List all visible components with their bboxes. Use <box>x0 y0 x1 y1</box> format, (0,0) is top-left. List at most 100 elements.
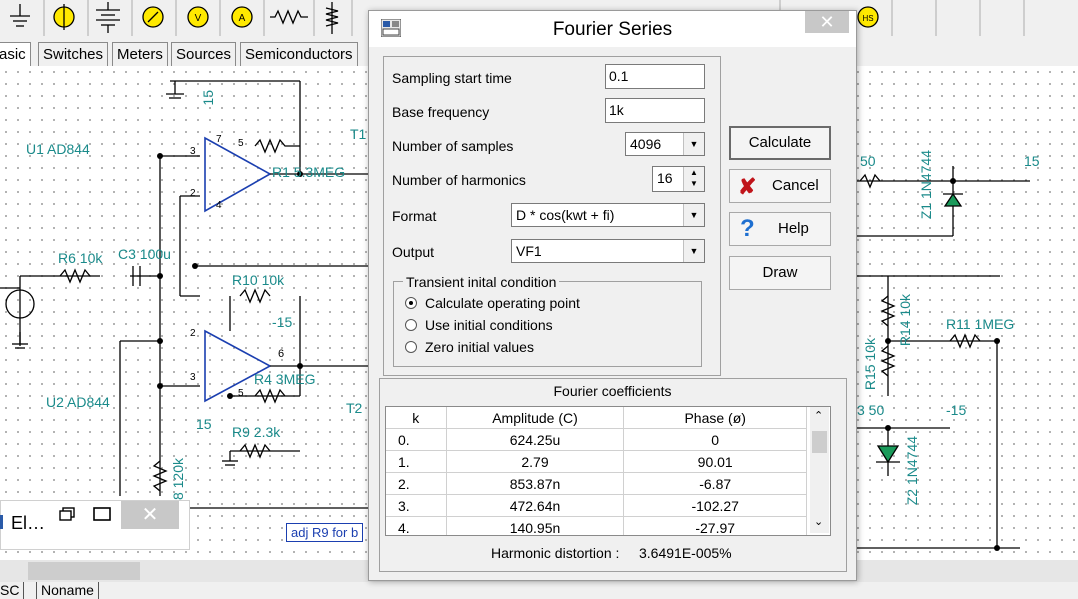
column-header-amplitude[interactable]: Amplitude (C) <box>446 407 625 429</box>
tab-semiconductors[interactable]: Semiconductors <box>240 42 358 66</box>
help-question-icon: ? <box>740 215 755 242</box>
table-row[interactable]: 1. 2.79 90.01 <box>386 450 807 473</box>
sampling-start-time-input[interactable]: 0.1 <box>605 64 705 89</box>
coefficients-title: Fourier coefficients <box>553 383 672 399</box>
cell-phase: 0 <box>623 428 807 451</box>
svg-text:HS: HS <box>862 14 873 23</box>
dialog-titlebar[interactable]: Fourier Series ✕ <box>369 11 856 47</box>
cell-k: 0. <box>386 428 447 451</box>
tab-sc[interactable]: SC <box>0 582 25 599</box>
table-row[interactable]: 0. 624.25u 0 <box>386 428 807 451</box>
scrollbar-thumb[interactable] <box>28 562 140 580</box>
label-t2: T2 <box>346 400 363 416</box>
label-50: 50 <box>860 153 876 169</box>
format-select[interactable]: D * cos(kwt + fi) ▼ <box>511 203 705 227</box>
draw-button[interactable]: Draw <box>729 256 831 290</box>
label-r1: R1 5.3MEG <box>272 164 346 180</box>
restore-icon[interactable] <box>59 507 75 521</box>
number-of-samples-select[interactable]: 4096 ▼ <box>625 132 705 156</box>
radio-button[interactable] <box>405 297 417 309</box>
help-button[interactable]: ? Help <box>729 212 831 246</box>
fourier-dialog: Fourier Series ✕ Sampling start time 0.1… <box>368 10 857 581</box>
coefficients-table[interactable]: k Amplitude (C) Phase (ø) 0. 624.25u 0 1… <box>385 406 831 536</box>
label-15-b: 15 <box>196 416 212 432</box>
label-z1: Z1 1N4744 <box>918 150 934 220</box>
table-row[interactable]: 4. 140.95n -27.97 <box>386 516 807 535</box>
scroll-down-icon[interactable]: ⌄ <box>814 515 823 528</box>
note-box[interactable]: adj R9 for b <box>286 523 364 542</box>
palette-tabs: asic Switches Meters Sources Semiconduct… <box>0 42 380 66</box>
base-frequency-input[interactable]: 1k <box>605 98 705 123</box>
table-scrollbar[interactable]: ⌃ ⌄ <box>810 407 829 533</box>
dialog-title: Fourier Series <box>552 19 673 40</box>
app-icon <box>0 515 3 529</box>
column-header-k[interactable]: k <box>386 407 447 429</box>
tab-meters[interactable]: Meters <box>112 42 168 66</box>
cell-amplitude: 472.64n <box>446 494 625 517</box>
label-r4: R4 3MEG <box>254 371 316 387</box>
help-label: Help <box>778 220 809 237</box>
close-icon[interactable]: ✕ <box>121 501 179 529</box>
scrollbar-thumb[interactable] <box>812 431 827 453</box>
number-of-harmonics-spinner[interactable]: 16 ▲ ▼ <box>652 166 705 192</box>
cell-k: 4. <box>386 516 447 535</box>
label-u1: U1 AD844 <box>26 141 90 157</box>
radio-label: Calculate operating point <box>425 295 580 311</box>
output-select[interactable]: VF1 ▼ <box>511 239 705 263</box>
cancel-label: Cancel <box>772 177 819 194</box>
chevron-down-icon[interactable]: ▼ <box>683 133 704 155</box>
number-of-harmonics-label: Number of harmonics <box>392 172 526 188</box>
cancel-button[interactable]: ✘ Cancel <box>729 169 831 203</box>
harmonic-distortion-label: Harmonic distortion : <box>491 545 620 561</box>
format-label: Format <box>392 208 437 224</box>
cell-k: 1. <box>386 450 447 473</box>
number-of-harmonics-value: 16 <box>657 170 673 186</box>
chevron-down-icon[interactable]: ▼ <box>683 204 704 226</box>
cell-amplitude: 853.87n <box>446 472 625 495</box>
label-t1: T1 <box>350 126 367 142</box>
cell-amplitude: 2.79 <box>446 450 625 473</box>
label-3-50: 3 50 <box>857 402 885 418</box>
number-of-samples-value: 4096 <box>630 136 662 152</box>
base-frequency-label: Base frequency <box>392 104 490 120</box>
cell-phase: -102.27 <box>623 494 807 517</box>
cell-k: 3. <box>386 494 447 517</box>
label-z2: Z2 1N4744 <box>904 436 920 506</box>
label-r6: R6 10k <box>58 250 103 266</box>
table-row[interactable]: 2. 853.87n -6.87 <box>386 472 807 495</box>
label-pin5a: 5 <box>238 138 244 149</box>
harmonic-distortion-value: 3.6491E-005% <box>639 545 732 561</box>
scroll-up-icon[interactable]: ⌃ <box>814 409 823 422</box>
tab-sources[interactable]: Sources <box>171 42 237 66</box>
svg-text:A: A <box>239 13 246 24</box>
table-row[interactable]: 3. 472.64n -102.27 <box>386 494 807 517</box>
table-header-row: k Amplitude (C) Phase (ø) <box>386 407 807 429</box>
cell-k: 2. <box>386 472 447 495</box>
transient-group-title: Transient inital condition <box>403 274 560 290</box>
radio-button[interactable] <box>405 341 417 353</box>
number-of-samples-label: Number of samples <box>392 138 514 154</box>
label-r15: R15 10k <box>862 338 878 391</box>
radio-button[interactable] <box>405 319 417 331</box>
calculate-button[interactable]: Calculate <box>729 126 831 160</box>
label-c3: C3 100u <box>118 246 171 262</box>
radio-label: Use initial conditions <box>425 317 553 333</box>
label-r14: R14 10k <box>897 294 913 347</box>
close-icon[interactable]: ✕ <box>805 11 849 33</box>
column-header-phase[interactable]: Phase (ø) <box>623 407 807 429</box>
label-r11: R11 1MEG <box>946 316 1015 332</box>
label-15-a: 15 <box>200 90 216 106</box>
tab-noname[interactable]: Noname <box>36 582 99 599</box>
document-tabs: SC Noname <box>0 582 1078 599</box>
tab-basic[interactable]: asic <box>0 42 31 66</box>
spinner-arrows-icon[interactable]: ▲ ▼ <box>683 167 704 191</box>
cell-phase: 90.01 <box>623 450 807 473</box>
tab-switches[interactable]: Switches <box>38 42 109 66</box>
transient-options: Calculate operating point Use initial co… <box>405 293 695 363</box>
minimized-window[interactable]: El… ✕ <box>0 500 190 550</box>
output-label: Output <box>392 244 435 260</box>
maximize-icon[interactable] <box>93 507 111 521</box>
label-r8: 8 120k <box>170 458 186 501</box>
cell-phase: -27.97 <box>623 516 807 535</box>
chevron-down-icon[interactable]: ▼ <box>683 240 704 262</box>
